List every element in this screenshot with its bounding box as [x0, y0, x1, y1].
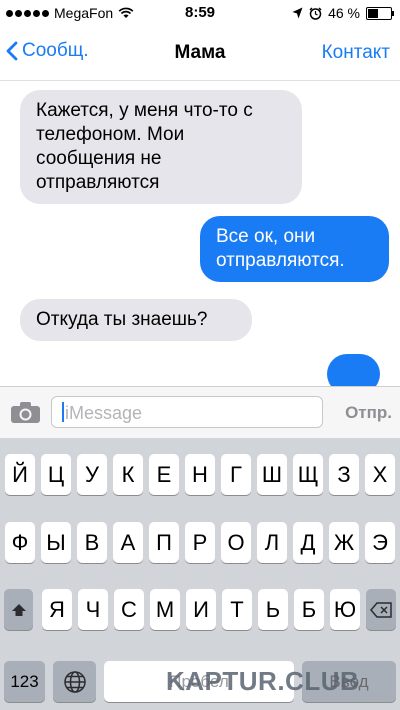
key-З[interactable]: З [329, 454, 359, 495]
key-Л[interactable]: Л [257, 522, 287, 563]
incoming-message-bubble[interactable]: Кажется, у меня что-то с телефоном. Мои … [20, 90, 302, 204]
key-О[interactable]: О [221, 522, 251, 563]
key-В[interactable]: В [77, 522, 107, 563]
numbers-key[interactable]: 123 [4, 661, 45, 702]
key-Ы[interactable]: Ы [41, 522, 71, 563]
outgoing-message-bubble[interactable] [327, 354, 380, 386]
battery-icon [366, 6, 394, 20]
incoming-message-bubble[interactable]: Откуда ты знаешь? [20, 299, 252, 341]
key-Ю[interactable]: Ю [330, 589, 360, 630]
message-input-bar: iMessage Отпр. [0, 386, 400, 439]
key-Р[interactable]: Р [185, 522, 215, 563]
key-Г[interactable]: Г [221, 454, 251, 495]
camera-icon[interactable] [10, 401, 41, 424]
key-Ф[interactable]: Ф [5, 522, 35, 563]
battery-percent: 46 % [328, 5, 360, 21]
key-Ж[interactable]: Ж [329, 522, 359, 563]
key-К[interactable]: К [113, 454, 143, 495]
globe-icon [63, 671, 86, 693]
location-arrow-icon [292, 7, 303, 19]
watermark: KAPTUR.CLUB [166, 666, 360, 696]
key-Б[interactable]: Б [294, 589, 324, 630]
key-Д[interactable]: Д [293, 522, 323, 563]
key-Ц[interactable]: Ц [41, 454, 71, 495]
keyboard: ЙЦУКЕНГШЩЗХ ФЫВАПРОЛДЖЭ ЯЧСМИТЬБЮ 123 Пр… [0, 438, 400, 710]
key-Е[interactable]: Е [149, 454, 179, 495]
message-list[interactable]: Кажется, у меня что-то с телефоном. Мои … [0, 80, 400, 386]
key-Щ[interactable]: Щ [293, 454, 323, 495]
key-У[interactable]: У [77, 454, 107, 495]
key-Ш[interactable]: Ш [257, 454, 287, 495]
shift-key[interactable] [4, 589, 33, 630]
key-Й[interactable]: Й [5, 454, 35, 495]
key-Т[interactable]: Т [222, 589, 252, 630]
delete-key[interactable] [366, 589, 396, 630]
shift-arrow-icon [11, 604, 26, 616]
key-С[interactable]: С [114, 589, 144, 630]
key-Э[interactable]: Э [365, 522, 395, 563]
backspace-icon [370, 602, 392, 618]
key-А[interactable]: А [113, 522, 143, 563]
alarm-icon [309, 6, 322, 20]
key-Я[interactable]: Я [42, 589, 72, 630]
key-Х[interactable]: Х [365, 454, 395, 495]
message-input[interactable]: iMessage [51, 396, 323, 428]
key-Ч[interactable]: Ч [78, 589, 108, 630]
contact-button[interactable]: Контакт [322, 42, 390, 64]
key-Ь[interactable]: Ь [258, 589, 288, 630]
battery-level [368, 8, 378, 18]
status-right: 46 % [292, 5, 394, 21]
outgoing-message-bubble[interactable]: Все ок, они отправляются. [200, 216, 389, 282]
key-М[interactable]: М [150, 589, 180, 630]
send-button[interactable]: Отпр. [345, 403, 392, 423]
globe-key[interactable] [53, 661, 96, 702]
key-П[interactable]: П [149, 522, 179, 563]
status-bar: MegaFon 8:59 46 % [0, 0, 400, 26]
key-И[interactable]: И [186, 589, 216, 630]
navigation-bar: Сообщ. Мама Контакт [0, 26, 400, 81]
key-Н[interactable]: Н [185, 454, 215, 495]
